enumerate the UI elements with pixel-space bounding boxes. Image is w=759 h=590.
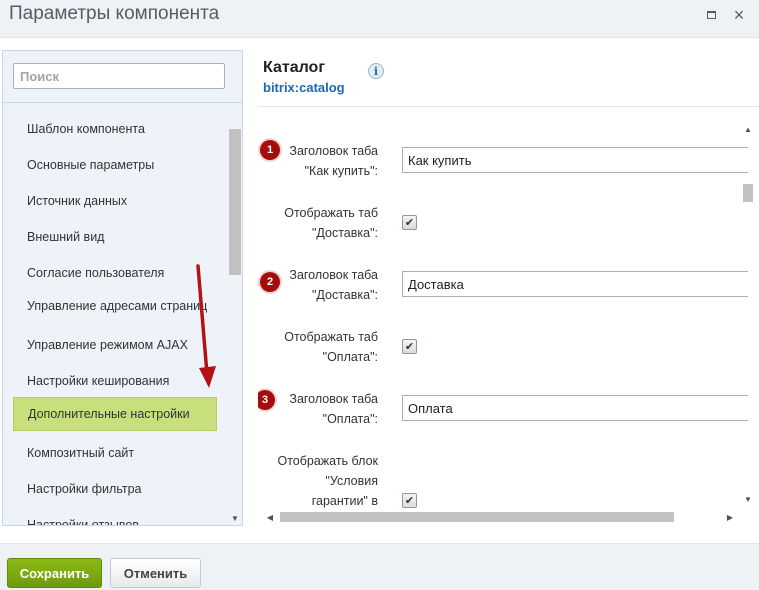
label-line: "Доставка": <box>311 226 378 240</box>
label-line: "Доставка": <box>311 288 378 302</box>
dialog-footer: Сохранить Отменить <box>0 543 759 590</box>
sidebar-item-caching[interactable]: Настройки кеширования <box>13 366 217 396</box>
label-line: гарантии" в <box>311 494 378 508</box>
scroll-left-icon[interactable]: ◀ <box>264 512 276 522</box>
divider <box>258 106 759 107</box>
field-label: Отображать таб "Оплата": <box>258 327 378 367</box>
annotation-arrow-icon <box>196 264 216 388</box>
sidebar-item-label: Согласие пользователя <box>27 265 165 280</box>
sidebar-item-label: Внешний вид <box>27 229 105 244</box>
scroll-down-icon[interactable]: ▼ <box>229 513 241 523</box>
sidebar-item-main-params[interactable]: Основные параметры <box>13 150 217 180</box>
show-warranty-block-checkbox[interactable]: ✔ <box>402 493 417 508</box>
sidebar-item-label: Настройки кеширования <box>27 373 170 388</box>
divider <box>3 102 242 103</box>
sidebar-item-user-consent[interactable]: Согласие пользователя <box>13 258 217 288</box>
scroll-up-icon[interactable]: ▲ <box>742 124 754 134</box>
sidebar-item-label: Управление адресами страниц <box>27 298 208 313</box>
field-label: Отображать блок "Условия гарантии" в <box>258 451 378 510</box>
component-code: bitrix:catalog <box>263 80 345 95</box>
info-icon[interactable]: i <box>368 63 384 79</box>
label-line: "Как купить": <box>304 164 378 178</box>
form-horizontal-scrollbar[interactable]: ◀ ▶ <box>262 510 739 524</box>
cancel-button[interactable]: Отменить <box>110 558 201 588</box>
scroll-down-icon[interactable]: ▼ <box>742 494 754 504</box>
settings-form: 1 Заголовок таба "Как купить": Отображат… <box>258 120 759 510</box>
scrollbar-thumb[interactable] <box>280 512 674 522</box>
sidebar-item-label: Источник данных <box>27 193 128 208</box>
sidebar-scrollbar[interactable]: ▼ <box>228 123 242 525</box>
sidebar-item-additional-settings[interactable]: Дополнительные настройки <box>13 397 217 431</box>
label-line: Отображать блок <box>277 454 378 468</box>
close-button[interactable]: × <box>730 6 748 24</box>
field-label: Отображать таб "Доставка": <box>258 203 378 243</box>
checkmark-icon: ✔ <box>404 495 415 507</box>
dialog-titlebar: Параметры компонента × <box>0 0 759 38</box>
sidebar-item-appearance[interactable]: Внешний вид <box>13 222 217 252</box>
scroll-right-icon[interactable]: ▶ <box>724 512 736 522</box>
checkmark-icon: ✔ <box>404 217 415 229</box>
save-button[interactable]: Сохранить <box>7 558 102 588</box>
label-line: "Условия <box>325 474 378 488</box>
sidebar-item-label: Настройки отзывов <box>27 517 139 526</box>
label-line: Заголовок таба <box>289 144 378 158</box>
close-icon: × <box>733 5 745 25</box>
sidebar-item-data-source[interactable]: Источник данных <box>13 186 217 216</box>
show-payment-tab-checkbox[interactable]: ✔ <box>402 339 417 354</box>
sidebar-item-reviews-settings[interactable]: Настройки отзывов <box>13 510 217 526</box>
sidebar-item-label: Дополнительные настройки <box>28 406 190 421</box>
label-line: Заголовок таба <box>289 392 378 406</box>
tab-how-to-buy-title-input[interactable] <box>402 147 748 173</box>
show-delivery-tab-checkbox[interactable]: ✔ <box>402 215 417 230</box>
sidebar-item-label: Управление режимом AJAX <box>27 337 188 352</box>
sidebar-item-filter-settings[interactable]: Настройки фильтра <box>13 474 217 504</box>
sidebar-item-label: Основные параметры <box>27 157 155 172</box>
tab-payment-title-input[interactable] <box>402 395 748 421</box>
scrollbar-thumb[interactable] <box>743 184 753 202</box>
sidebar-item-url-management[interactable]: Управление адресами страниц <box>13 287 217 325</box>
form-vertical-scrollbar[interactable]: ▲ ▼ <box>741 124 755 507</box>
label-line: Отображать таб <box>284 330 378 344</box>
search-input[interactable] <box>13 63 225 89</box>
scrollbar-thumb[interactable] <box>229 129 241 275</box>
checkmark-icon: ✔ <box>404 341 415 353</box>
dialog-title: Параметры компонента <box>9 3 220 24</box>
sidebar-item-label: Настройки фильтра <box>27 481 142 496</box>
label-line: Отображать таб <box>284 206 378 220</box>
field-label: Заголовок таба "Доставка": <box>258 265 378 305</box>
label-line: Заголовок таба <box>289 268 378 282</box>
field-label: Заголовок таба "Как купить": <box>258 141 378 181</box>
component-name: Каталог <box>263 59 325 76</box>
label-line: "Оплата": <box>322 412 378 426</box>
label-line: "Оплата": <box>322 350 378 364</box>
sidebar-item-template[interactable]: Шаблон компонента <box>13 114 217 144</box>
maximize-icon <box>706 11 716 19</box>
sidebar-item-ajax[interactable]: Управление режимом AJAX <box>13 330 217 360</box>
sidebar-item-composite-site[interactable]: Композитный сайт <box>13 438 217 468</box>
field-label: Заголовок таба "Оплата": <box>258 389 378 429</box>
tab-delivery-title-input[interactable] <box>402 271 748 297</box>
maximize-button[interactable] <box>702 6 720 24</box>
sidebar-item-label: Композитный сайт <box>27 445 135 460</box>
sidebar-item-label: Шаблон компонента <box>27 121 145 136</box>
